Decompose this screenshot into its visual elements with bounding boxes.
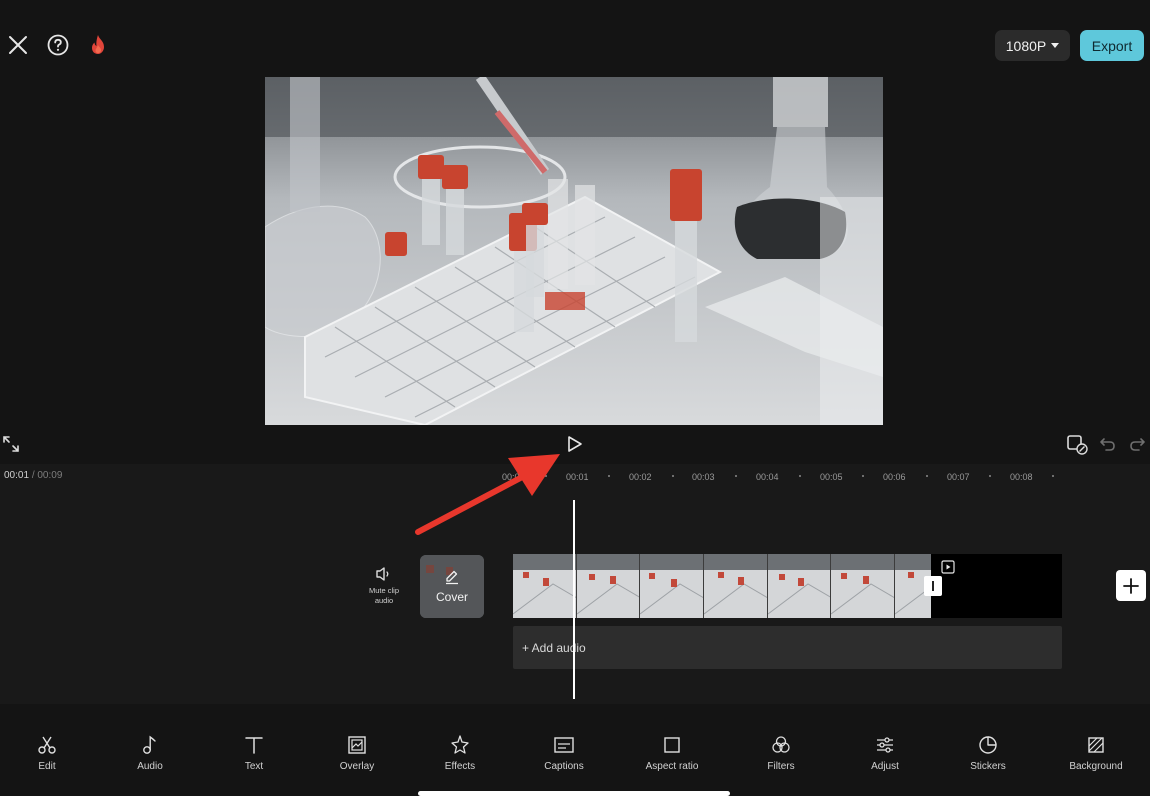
annotation-arrow xyxy=(415,454,560,535)
current-time: 00:01 xyxy=(4,470,30,481)
speaker-icon xyxy=(376,567,389,581)
edit-pencil-icon xyxy=(446,570,458,585)
close-button[interactable] xyxy=(6,33,30,57)
clip-frame-thumbnail xyxy=(767,554,832,618)
sliders-icon xyxy=(877,737,893,753)
play-box-icon xyxy=(941,560,955,574)
scissors-icon xyxy=(38,736,56,754)
tool-stickers[interactable]: Stickers xyxy=(943,734,1033,772)
ruler-tick-label: 00:05 xyxy=(820,472,843,482)
end-clip[interactable] xyxy=(931,554,1062,618)
clip-frame-thumbnail xyxy=(576,554,641,618)
tool-aspect-ratio[interactable]: Aspect ratio xyxy=(627,734,717,772)
tool-audio[interactable]: Audio xyxy=(105,734,195,772)
sparkle-icon xyxy=(451,735,469,754)
caret-down-icon xyxy=(1051,43,1060,48)
tool-edit[interactable]: Edit xyxy=(2,734,92,772)
help-button[interactable] xyxy=(46,33,70,57)
ruler-dot xyxy=(1052,475,1054,477)
add-clip-button[interactable] xyxy=(1116,570,1146,601)
cover-thumbnail xyxy=(420,555,484,618)
tool-label: Captions xyxy=(544,761,584,772)
timecode-display: 00:01 / 00:09 xyxy=(4,470,62,481)
square-icon xyxy=(664,737,680,753)
sticker-icon xyxy=(979,736,997,754)
redo-icon xyxy=(1130,438,1145,451)
time-separator: / xyxy=(31,470,35,481)
tool-label: Text xyxy=(244,761,264,772)
ruler-dot xyxy=(735,475,737,477)
resolution-label: 1080P xyxy=(1005,37,1047,54)
ruler-dot xyxy=(989,475,991,477)
tool-label: Aspect ratio xyxy=(645,761,699,772)
ruler-tick-label: 00:07 xyxy=(947,472,970,482)
filters-icon xyxy=(772,736,790,753)
clip-frame-thumbnail xyxy=(831,554,896,618)
plus-icon xyxy=(1123,577,1139,594)
tool-label: Overlay xyxy=(339,761,375,772)
undo-icon xyxy=(1100,438,1115,451)
text-icon xyxy=(245,737,263,754)
background-icon xyxy=(1088,737,1104,753)
ruler-dot xyxy=(926,475,928,477)
music-note-icon xyxy=(143,735,156,754)
tool-text[interactable]: Text xyxy=(209,734,299,772)
tool-label: Edit xyxy=(38,761,56,772)
tool-captions[interactable]: Captions xyxy=(519,734,609,772)
overlay-icon xyxy=(348,736,366,754)
ruler-tick-label: 00:08 xyxy=(1010,472,1033,482)
ruler-dot xyxy=(799,475,801,477)
add-audio-button[interactable]: + Add audio xyxy=(513,626,1062,669)
video-preview[interactable] xyxy=(265,77,883,425)
keyframe-button[interactable] xyxy=(1066,434,1090,456)
tool-background[interactable]: Background xyxy=(1051,734,1141,772)
expand-icon xyxy=(3,436,19,452)
tool-label: Stickers xyxy=(970,761,1006,772)
ruler-tick-label: 00:03 xyxy=(692,472,715,482)
clip-frame-thumbnail xyxy=(513,554,577,618)
clip-frame-thumbnail xyxy=(704,554,768,618)
export-button[interactable]: Export xyxy=(1080,30,1144,61)
tool-label: Adjust xyxy=(871,761,899,772)
ruler-tick-label: 00:04 xyxy=(756,472,779,482)
trending-button[interactable] xyxy=(86,33,110,57)
tool-effects[interactable]: Effects xyxy=(415,734,505,772)
preview-frame-image xyxy=(265,77,883,425)
clip-frame-thumbnail xyxy=(640,554,705,618)
help-icon xyxy=(47,34,69,56)
resolution-dropdown[interactable]: 1080P xyxy=(995,30,1070,61)
ruler-dot xyxy=(862,475,864,477)
captions-icon xyxy=(554,737,574,753)
fullscreen-button[interactable] xyxy=(2,434,20,454)
home-indicator xyxy=(418,791,730,796)
tool-overlay[interactable]: Overlay xyxy=(312,734,402,772)
cover-button[interactable]: Cover xyxy=(420,555,484,618)
tool-filters[interactable]: Filters xyxy=(736,734,826,772)
close-icon xyxy=(9,36,27,54)
tool-label: Filters xyxy=(767,761,795,772)
undo-button[interactable] xyxy=(1098,434,1118,454)
ruler-dot xyxy=(672,475,674,477)
ruler-dot xyxy=(608,475,610,477)
mute-clip-audio-button[interactable]: Mute clip audio xyxy=(360,566,408,606)
cover-label: Cover xyxy=(435,590,468,604)
tool-label: Effects xyxy=(444,761,476,772)
redo-button[interactable] xyxy=(1127,434,1147,454)
video-clip[interactable] xyxy=(513,554,931,618)
tool-label: Audio xyxy=(137,761,163,772)
flame-icon xyxy=(92,35,104,54)
clip-trim-handle[interactable] xyxy=(924,576,942,596)
mute-clip-audio-label: Mute clip audio xyxy=(368,586,399,605)
keyframe-icon xyxy=(1067,435,1088,455)
ruler-tick-label: 00:02 xyxy=(629,472,652,482)
total-time: 00:09 xyxy=(37,470,63,481)
tool-label: Background xyxy=(1069,761,1123,772)
playhead[interactable] xyxy=(573,500,575,699)
ruler-tick-label: 00:06 xyxy=(883,472,906,482)
tool-adjust[interactable]: Adjust xyxy=(840,734,930,772)
